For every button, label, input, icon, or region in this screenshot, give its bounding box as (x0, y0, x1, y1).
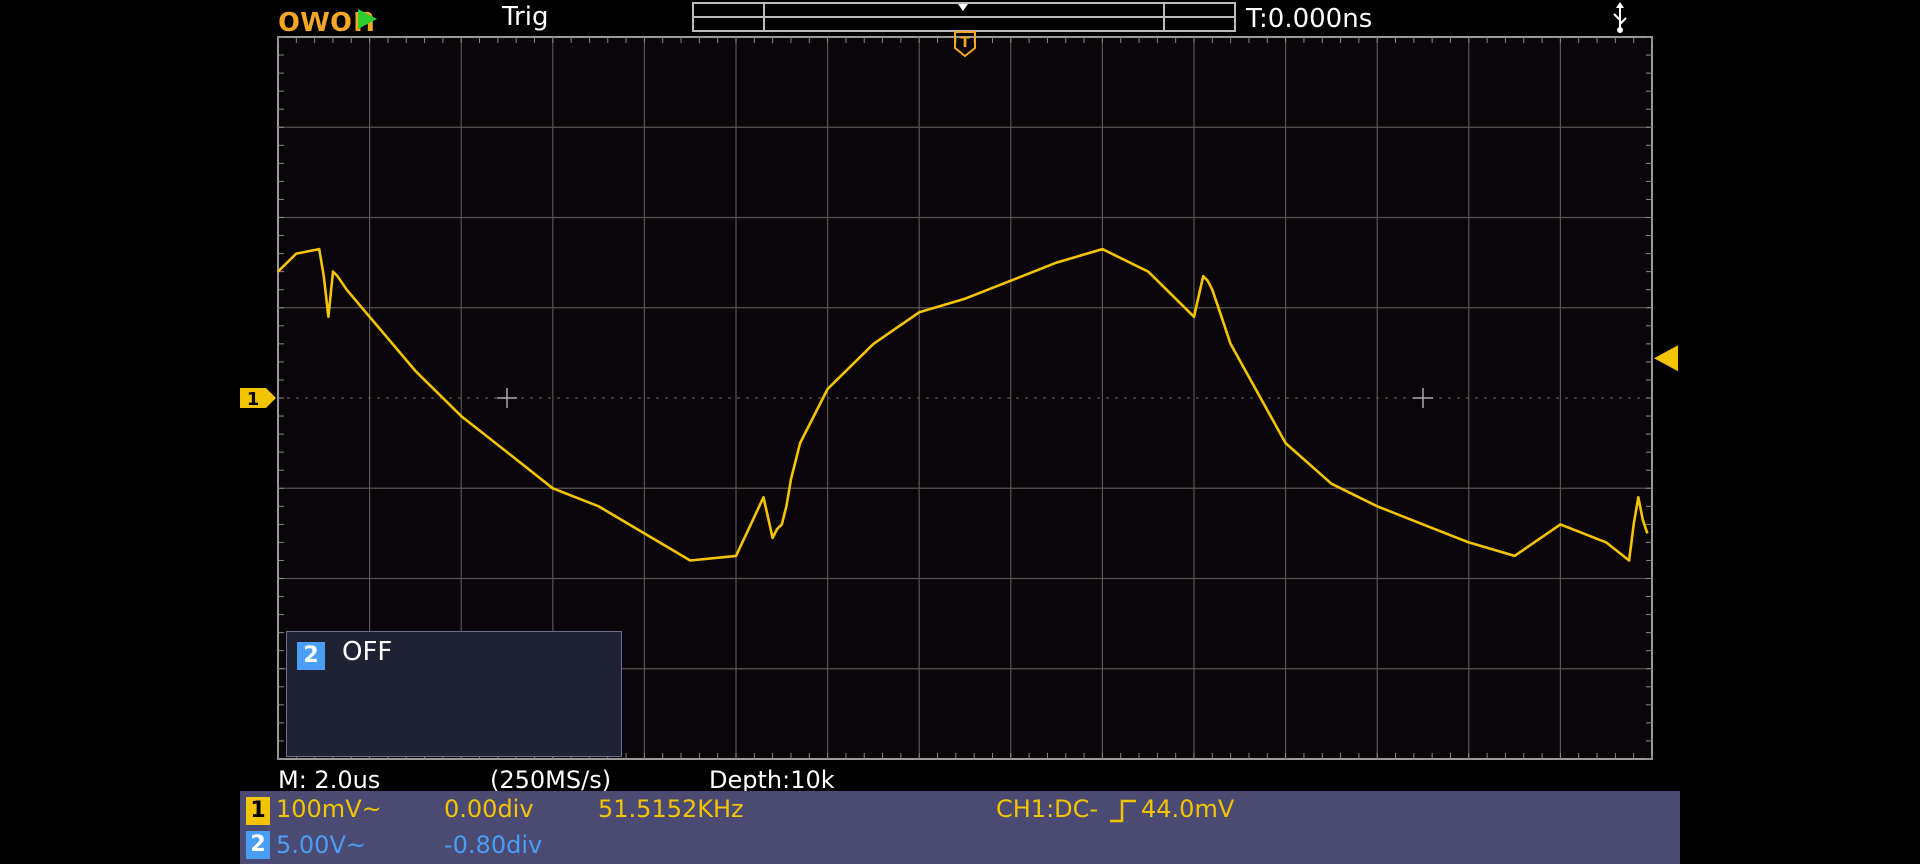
trigger-position-label: T (960, 35, 970, 51)
channel-2-info-badge[interactable]: 2 (246, 831, 270, 859)
rising-edge-icon (1110, 799, 1136, 823)
oscilloscope-screen: owon Trig T:0.000ns T1 2 OFF M: 2.0us (2… (240, 0, 1680, 864)
channel-1-badge[interactable]: 1 (246, 797, 270, 825)
channel-1-scale: 100mV~ (276, 795, 382, 823)
channel-2-offset: -0.80div (444, 831, 543, 859)
trigger-level: 44.0mV (1141, 795, 1235, 823)
channel-2-popup: 2 OFF (286, 631, 622, 757)
channel-2-state: OFF (342, 637, 393, 667)
channel-info-bar: 1 100mV~ 0.00div 51.5152KHz CH1:DC- 44.0… (240, 791, 1680, 864)
trigger-level-marker (1654, 345, 1678, 372)
timebase: M: 2.0us (278, 766, 381, 794)
channel-2-badge: 2 (297, 642, 325, 670)
memory-depth: Depth:10k (709, 766, 835, 794)
channel-2-scale: 5.00V~ (276, 831, 366, 859)
channel-1-frequency: 51.5152KHz (598, 795, 744, 823)
channel-1-ground-label: 1 (247, 389, 260, 410)
sample-rate: (250MS/s) (490, 766, 612, 794)
channel-1-offset: 0.00div (444, 795, 534, 823)
trigger-source: CH1:DC- (996, 795, 1099, 823)
